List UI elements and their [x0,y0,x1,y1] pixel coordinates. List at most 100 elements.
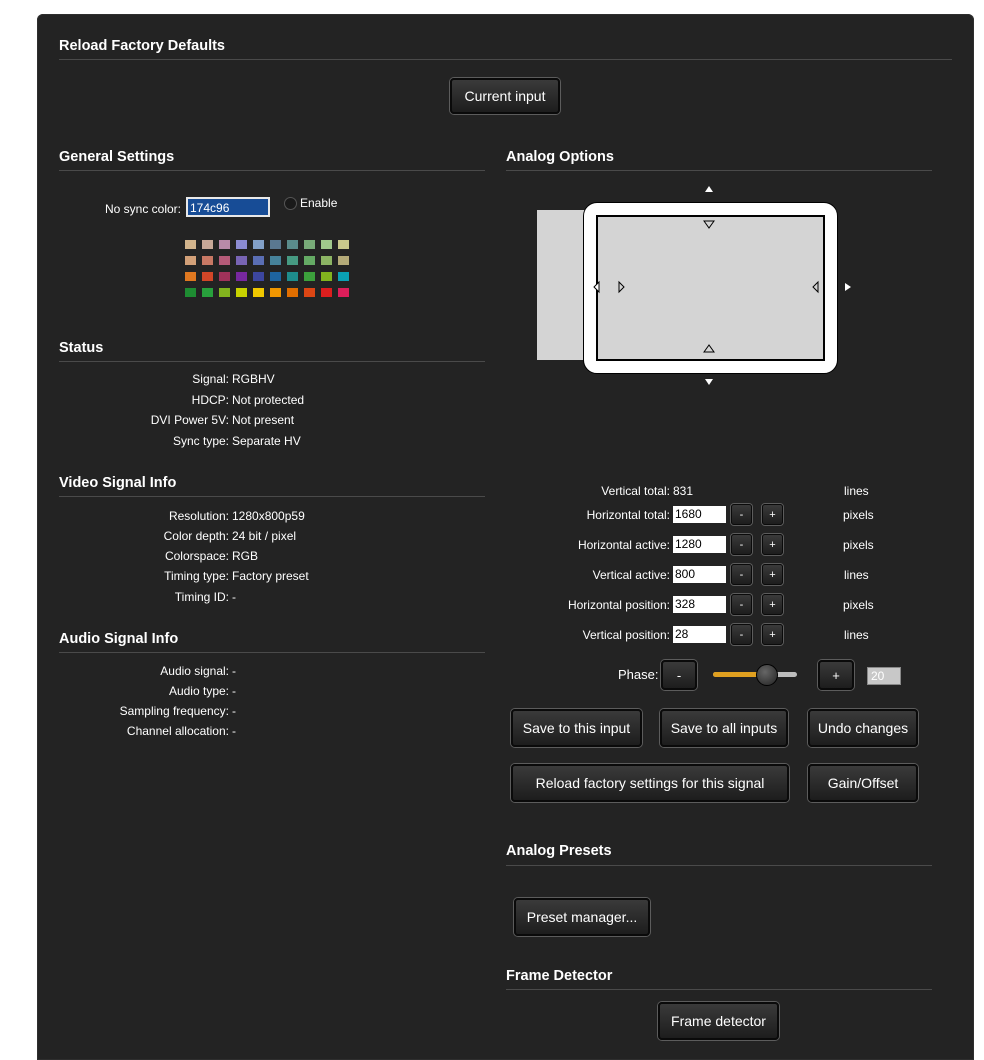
vertical-position-unit: lines [844,628,869,642]
vertical-active-minus-button[interactable]: - [731,564,752,585]
save-to-all-inputs-button[interactable]: Save to all inputs [660,709,788,747]
horizontal-position-plus-button[interactable]: + [762,594,783,615]
color-swatch[interactable] [338,240,349,249]
status-signal-label: Signal: [192,372,229,386]
vertical-total-label: Vertical total: [601,484,670,498]
color-swatch[interactable] [219,256,230,265]
color-swatch[interactable] [321,240,332,249]
color-swatch[interactable] [304,272,315,281]
color-swatch[interactable] [287,256,298,265]
gain-offset-button[interactable]: Gain/Offset [808,764,918,802]
color-swatch[interactable] [338,256,349,265]
current-input-button[interactable]: Current input [450,78,560,114]
general-settings-title: General Settings [59,149,175,165]
horizontal-total-unit: pixels [843,508,874,522]
horizontal-position-input[interactable]: 328 [673,596,726,613]
reload-factory-settings-signal-button[interactable]: Reload factory settings for this signal [511,764,789,802]
color-swatch[interactable] [287,288,298,297]
horizontal-active-plus-button[interactable]: + [762,534,783,555]
video-resolution-value: 1280x800p59 [232,509,305,523]
section-divider [59,361,485,362]
horizontal-active-input[interactable]: 1280 [673,536,726,553]
enable-radio[interactable] [284,197,297,210]
color-swatch[interactable] [253,288,264,297]
vertical-position-input[interactable]: 28 [673,626,726,643]
color-swatch[interactable] [270,240,281,249]
horizontal-active-minus-button[interactable]: - [731,534,752,555]
color-swatch[interactable] [253,256,264,265]
color-swatch[interactable] [321,272,332,281]
color-swatch[interactable] [270,272,281,281]
no-sync-color-input[interactable]: 174c96 [186,197,270,217]
color-swatch[interactable] [338,288,349,297]
analog-presets-title: Analog Presets [506,843,612,859]
status-hdcp-value: Not protected [232,393,305,407]
shrink-left-icon[interactable] [618,280,625,294]
color-swatch[interactable] [253,272,264,281]
phase-value-field[interactable]: 20 [867,667,901,685]
section-divider [59,59,952,60]
video-color-depth-label: Color depth: [163,529,229,543]
color-swatch[interactable] [304,288,315,297]
color-swatch[interactable] [236,288,247,297]
color-swatch[interactable] [185,240,196,249]
color-swatch[interactable] [219,288,230,297]
video-timing-type-value: Factory preset [232,569,309,583]
video-timing-type-label: Timing type: [164,569,229,583]
move-down-icon[interactable] [705,379,713,385]
color-swatch[interactable] [202,240,213,249]
color-swatch[interactable] [287,240,298,249]
status-sync-type-label: Sync type: [172,434,229,448]
horizontal-position-label: Horizontal position: [567,598,670,612]
color-swatch[interactable] [270,288,281,297]
save-to-this-input-button[interactable]: Save to this input [511,709,642,747]
color-swatch[interactable] [219,272,230,281]
preset-manager-button[interactable]: Preset manager... [514,898,650,936]
shrink-right-icon[interactable] [812,280,819,294]
horizontal-position-minus-button[interactable]: - [731,594,752,615]
undo-changes-button[interactable]: Undo changes [808,709,918,747]
vertical-active-input[interactable]: 800 [673,566,726,583]
color-swatch[interactable] [270,256,281,265]
phase-slider[interactable] [713,664,797,686]
color-swatch[interactable] [253,240,264,249]
horizontal-total-input[interactable]: 1680 [673,506,726,523]
color-swatch[interactable] [287,272,298,281]
move-up-icon[interactable] [705,186,713,192]
color-swatch[interactable] [321,288,332,297]
color-swatch[interactable] [236,272,247,281]
section-divider [506,865,932,866]
expand-left-icon[interactable] [593,280,600,294]
color-swatch[interactable] [219,240,230,249]
color-swatch[interactable] [185,256,196,265]
vertical-total-value: 831 [673,484,694,498]
color-swatch[interactable] [202,272,213,281]
phase-plus-button[interactable]: + [818,660,854,690]
phase-slider-knob[interactable] [755,664,778,686]
horizontal-total-plus-button[interactable]: + [762,504,783,525]
horizontal-total-minus-button[interactable]: - [731,504,752,525]
video-signal-info-title: Video Signal Info [59,475,177,491]
vertical-position-plus-button[interactable]: + [762,624,783,645]
status-sync-type-value: Separate HV [232,434,301,448]
vertical-position-minus-button[interactable]: - [731,624,752,645]
color-swatch[interactable] [304,256,315,265]
settings-panel: Reload Factory Defaults Current input Ge… [37,14,974,1060]
color-swatch[interactable] [202,288,213,297]
color-swatch[interactable] [321,256,332,265]
color-swatch[interactable] [304,240,315,249]
color-swatch[interactable] [185,272,196,281]
color-swatch[interactable] [236,256,247,265]
color-swatch[interactable] [236,240,247,249]
move-right-icon[interactable] [845,283,851,291]
shrink-bottom-icon[interactable] [703,344,715,353]
color-swatch[interactable] [338,272,349,281]
phase-minus-button[interactable]: - [661,660,697,690]
frame-detector-button[interactable]: Frame detector [658,1002,779,1040]
color-swatch[interactable] [202,256,213,265]
vertical-active-plus-button[interactable]: + [762,564,783,585]
color-swatch[interactable] [185,288,196,297]
audio-sampling-value: - [232,704,236,718]
shrink-top-icon[interactable] [703,220,715,229]
audio-channel-allocation-label: Channel allocation: [126,724,229,738]
